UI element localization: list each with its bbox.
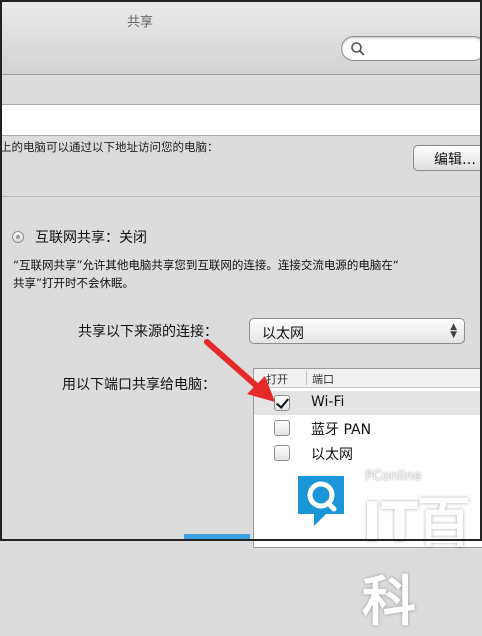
chevron-updown-icon: ▲ ▼ — [450, 322, 457, 340]
search-field[interactable] — [341, 36, 482, 61]
pconline-logo-icon — [298, 476, 344, 526]
access-address-text: 上的电脑可以通过以下地址访问您的电脑： — [0, 140, 219, 154]
divider — [0, 196, 482, 197]
internet-sharing-description: “互联网共享”允许其他电脑共享您到互联网的连接。连接交流电源的电脑在“ 共享”打… — [13, 256, 482, 292]
watermark-brand-text: IT百科 — [362, 491, 471, 633]
table-row[interactable]: 以太网 — [254, 441, 482, 465]
port-name: 以太网 — [311, 447, 353, 463]
description-line: 共享”打开时不会休眠。 — [13, 276, 134, 290]
description-line: “互联网共享”允许其他电脑共享您到互联网的连接。连接交流电源的电脑在“ — [13, 258, 399, 272]
pconline-logo — [282, 462, 360, 540]
status-indicator — [12, 231, 24, 243]
search-icon — [351, 42, 365, 56]
red-arrow-annotation — [204, 339, 275, 402]
internet-sharing-status: 互联网共享：关闭 — [35, 230, 147, 246]
window-title: 共享 — [126, 15, 153, 30]
table-row[interactable]: 蓝牙 PAN — [254, 416, 482, 440]
window-toolbar: 共享 — [0, 0, 482, 75]
edit-button[interactable]: 编辑… — [413, 145, 482, 171]
port-checkbox-ethernet[interactable] — [274, 445, 290, 461]
share-to-label: 用以下端口共享给电脑： — [62, 377, 216, 393]
table-row[interactable]: Wi-Fi — [254, 391, 482, 415]
search-input[interactable] — [368, 40, 472, 56]
watermark-stripe — [184, 534, 250, 541]
column-header-port[interactable]: 端口 — [312, 371, 334, 387]
port-checkbox-bluetooth[interactable] — [274, 420, 290, 436]
computer-name-field[interactable] — [0, 104, 482, 136]
table-header: 打开 端口 — [254, 369, 482, 388]
port-name: Wi-Fi — [311, 394, 345, 410]
port-name: 蓝牙 PAN — [311, 422, 372, 438]
